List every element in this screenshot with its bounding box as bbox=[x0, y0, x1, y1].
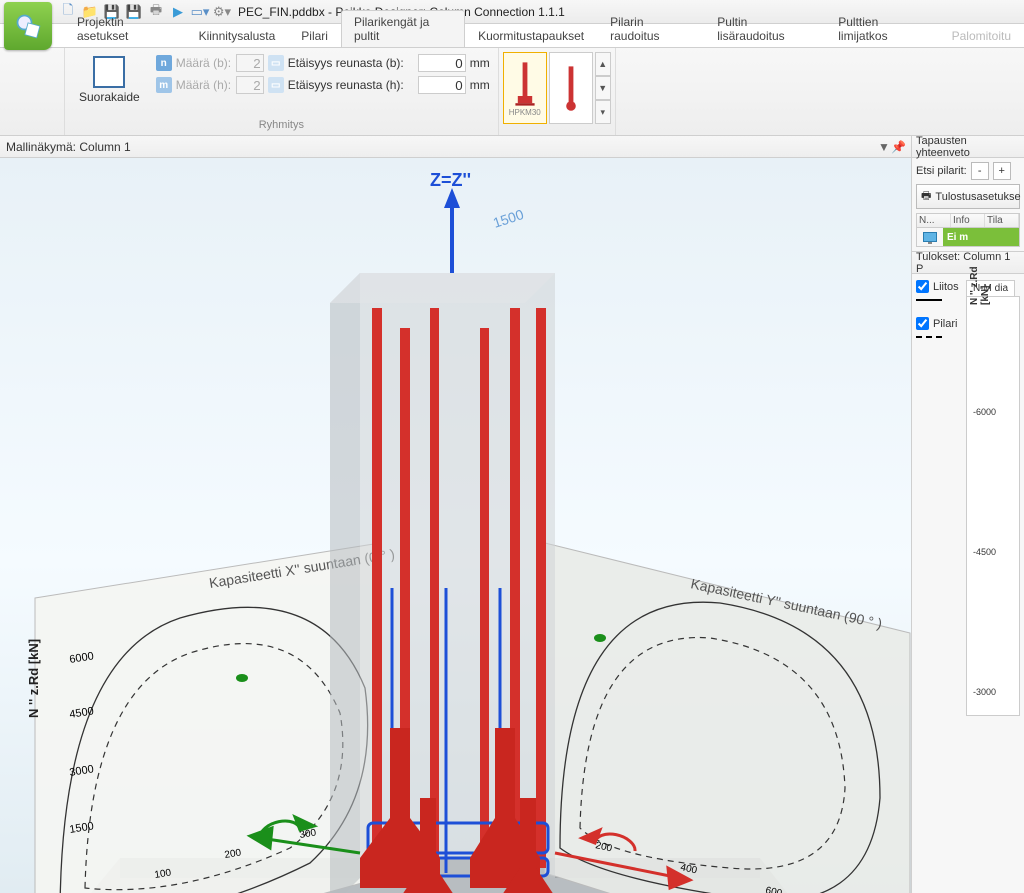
tab-bolt-splice[interactable]: Pulttien limijatkos bbox=[825, 10, 938, 47]
nm-mini-chart[interactable]: N '' z.Rd [kN] -6000 -4500 -3000 bbox=[966, 296, 1020, 716]
shoe-hpkm30[interactable]: HPKM30 bbox=[503, 52, 547, 124]
svg-text:N '' z.Rd [kN]: N '' z.Rd [kN] bbox=[26, 639, 41, 718]
search-minus-button[interactable]: - bbox=[971, 162, 989, 180]
model-viewport[interactable]: Kapasiteetti X'' suuntaan (0 ° ) N '' z.… bbox=[0, 158, 911, 893]
shoe-bolt[interactable] bbox=[549, 52, 593, 124]
tab-project-settings[interactable]: Projektin asetukset bbox=[64, 10, 186, 47]
col-header-tila[interactable]: Tila bbox=[985, 214, 1019, 227]
legend-liitos-label: Liitos bbox=[933, 281, 959, 293]
legend-pilari-checkbox[interactable] bbox=[916, 317, 929, 330]
count-b-label: Määrä (b): bbox=[176, 56, 232, 70]
settings-icon[interactable]: ⚙▾ bbox=[214, 4, 230, 20]
tab-foundation[interactable]: Kiinnitysalusta bbox=[186, 24, 289, 47]
tick-3000: -3000 bbox=[973, 687, 996, 697]
ribbon-body: Suorakaide n Määrä (b): ▭ Etäisyys reuna… bbox=[0, 48, 1024, 136]
tab-fire-design: Palomitoitu bbox=[939, 24, 1024, 47]
tick-6000: -6000 bbox=[973, 407, 996, 417]
viewport-header: Mallinäkymä: Column 1 ▼ 📌 bbox=[0, 136, 911, 158]
grouping-label: Ryhmitys bbox=[73, 119, 490, 131]
ribbon-tab-strip: Projektin asetukset Kiinnitysalusta Pila… bbox=[0, 24, 1024, 48]
output-settings-button[interactable]: 🖶 Tulostusasetukse bbox=[916, 184, 1020, 209]
search-plus-button[interactable]: + bbox=[993, 162, 1011, 180]
gallery-up-icon[interactable]: ▲ bbox=[595, 52, 611, 76]
col-header-n[interactable]: N... bbox=[917, 214, 951, 227]
mini-chart-ylabel: N '' z.Rd [kN] bbox=[969, 255, 991, 305]
edge-b-icon: ▭ bbox=[268, 55, 284, 71]
legend-solid-line bbox=[916, 299, 942, 309]
legend-liitos-checkbox[interactable] bbox=[916, 280, 929, 293]
count-b-input bbox=[236, 54, 264, 72]
svg-text:Z=Z'': Z=Z'' bbox=[430, 170, 471, 190]
search-columns-label: Etsi pilarit: bbox=[916, 165, 967, 177]
edge-b-label: Etäisyys reunasta (b): bbox=[288, 56, 414, 70]
tick-4500: -4500 bbox=[973, 547, 996, 557]
legend-dash-line bbox=[916, 336, 942, 346]
viewport-dropdown-icon[interactable]: ▼ bbox=[877, 140, 891, 154]
gallery-more-icon[interactable]: ▾ bbox=[595, 100, 611, 124]
count-h-label: Määrä (h): bbox=[176, 78, 232, 92]
results-panel-header: Tulokset: Column 1 P bbox=[912, 252, 1024, 274]
printer-icon: 🖶 bbox=[921, 187, 931, 206]
tab-bolt-extra-reinf[interactable]: Pultin lisäraudoitus bbox=[704, 10, 825, 47]
edge-b-input[interactable] bbox=[418, 54, 466, 72]
tab-column[interactable]: Pilari bbox=[288, 24, 341, 47]
shape-rectangle-button[interactable]: Suorakaide bbox=[73, 52, 146, 108]
col-header-info[interactable]: Info bbox=[951, 214, 985, 227]
edge-h-input[interactable] bbox=[418, 76, 466, 94]
edge-h-icon: ▭ bbox=[268, 77, 284, 93]
monitor-icon bbox=[923, 232, 937, 242]
shoe-hpkm30-label: HPKM30 bbox=[509, 108, 541, 117]
edge-h-label: Etäisyys reunasta (h): bbox=[288, 78, 414, 92]
shape-rectangle-label: Suorakaide bbox=[79, 90, 140, 104]
output-settings-label: Tulostusasetukse bbox=[935, 191, 1020, 203]
count-h-input bbox=[236, 76, 264, 94]
viewport-pin-icon[interactable]: 📌 bbox=[891, 140, 905, 154]
summary-table: N... Info Tila Ei m bbox=[916, 213, 1020, 247]
gallery-down-icon[interactable]: ▼ bbox=[595, 76, 611, 100]
status-badge: Ei m bbox=[943, 228, 1019, 246]
unit-mm: mm bbox=[470, 56, 490, 70]
viewport-title: Mallinäkymä: Column 1 bbox=[6, 140, 131, 154]
table-row[interactable]: Ei m bbox=[917, 228, 1019, 246]
svg-text:1500: 1500 bbox=[491, 206, 526, 231]
m-tag-icon: m bbox=[156, 77, 172, 93]
page-layout-icon[interactable]: ▭▾ bbox=[192, 4, 208, 20]
summary-panel-header: Tapausten yhteenveto bbox=[912, 136, 1024, 158]
n-tag-icon: n bbox=[156, 55, 172, 71]
tab-shoes-bolts[interactable]: Pilarikengät ja pultit bbox=[341, 10, 465, 47]
app-menu-button[interactable] bbox=[4, 2, 52, 50]
tab-load-cases[interactable]: Kuormitustapaukset bbox=[465, 24, 597, 47]
tab-column-reinf[interactable]: Pilarin raudoitus bbox=[597, 10, 704, 47]
legend-pilari-label: Pilari bbox=[933, 318, 957, 330]
unit-mm: mm bbox=[470, 78, 490, 92]
